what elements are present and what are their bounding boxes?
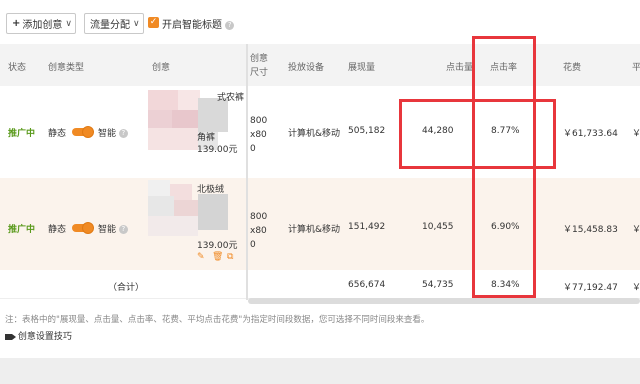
- chevron-down-icon: ∨: [133, 18, 140, 29]
- table-row: 推广中 静态 智能 ? 北极绒 139.00元 ✎ 🗑 ⧉ 800x800 计算…: [0, 178, 640, 271]
- toolbar: + 添加创意 ∨ 流量分配 ∨ ✓ 开启智能标题 ?: [0, 0, 640, 44]
- size-value: 800x800: [250, 212, 268, 250]
- tips-link[interactable]: 创意设置技巧: [5, 329, 72, 342]
- traffic-split-dropdown[interactable]: 流量分配 ∨: [84, 13, 144, 34]
- smart-title-checkbox[interactable]: ✓: [148, 17, 159, 28]
- plus-icon: +: [12, 18, 21, 29]
- status-label: 推广中: [8, 129, 36, 139]
- toggle-knob: [82, 222, 94, 234]
- header-impressions: 展现量: [348, 63, 376, 73]
- data-note: 注：表格中的"展现量、点击量、点击率、花费、平均点击花费"为指定时间段数据，您可…: [5, 315, 430, 325]
- traffic-split-label: 流量分配: [90, 20, 130, 31]
- creative-thumbnail[interactable]: [148, 180, 244, 236]
- header-size: 创意尺寸: [250, 54, 269, 78]
- row1-clicks-ctr-highlight: [399, 99, 556, 169]
- total-label: （合计）: [108, 283, 145, 293]
- creative-table: 状态 创意类型 创意 创意尺寸 投放设备 展现量 点击量 点击率 花费 平 推广…: [0, 44, 640, 304]
- smart-label-wrap: 智能 ?: [98, 126, 128, 139]
- smart-label: 智能: [98, 225, 117, 235]
- smart-toggle[interactable]: [72, 222, 94, 234]
- device-value: 计算机&移动: [288, 129, 341, 139]
- frozen-column-divider: [246, 44, 248, 300]
- bottom-bar: [0, 358, 640, 384]
- chevron-down-icon: ∨: [65, 18, 72, 29]
- header-device: 投放设备: [288, 63, 325, 73]
- total-row: （合计） 656,674 54,735 8.34% ￥77,192.47 ￥: [0, 270, 640, 299]
- total-clicks: 54,735: [422, 280, 454, 290]
- toggle-knob: [82, 126, 94, 138]
- tips-label: 创意设置技巧: [17, 332, 72, 342]
- avg-cpc-value: ￥: [632, 129, 640, 139]
- smart-title-label-wrap: 开启智能标题 ?: [162, 16, 235, 31]
- smart-label: 智能: [98, 129, 117, 139]
- horizontal-scrollbar[interactable]: [248, 298, 640, 304]
- header-creative-type: 创意类型: [48, 63, 85, 73]
- creative-title: 式农裤: [217, 93, 245, 103]
- cost-value: ￥61,733.64: [563, 129, 618, 139]
- impressions-value: 505,182: [348, 126, 386, 136]
- help-icon[interactable]: ?: [118, 129, 128, 138]
- header-cost: 花费: [563, 63, 582, 73]
- total-cost: ￥77,192.47: [563, 283, 618, 293]
- impressions-value: 151,492: [348, 222, 386, 232]
- header-creative: 创意: [152, 63, 171, 73]
- header-clicks: 点击量: [446, 63, 474, 73]
- add-creative-label: 添加创意: [22, 20, 63, 31]
- size-value: 800x800: [250, 116, 268, 154]
- clicks-value: 10,455: [422, 222, 454, 232]
- creative-title: 北极绒: [197, 185, 225, 195]
- smart-toggle[interactable]: [72, 126, 94, 138]
- preview-icon[interactable]: ⧉: [227, 253, 236, 262]
- device-value: 计算机&移动: [288, 225, 341, 235]
- video-icon: [5, 333, 16, 340]
- edit-icon[interactable]: ✎: [197, 253, 206, 262]
- cost-value: ￥15,458.83: [563, 225, 618, 235]
- header-status: 状态: [8, 63, 27, 73]
- avg-cpc-value: ￥: [632, 225, 640, 235]
- help-icon[interactable]: ?: [118, 225, 128, 234]
- add-creative-button[interactable]: + 添加创意 ∨: [6, 13, 76, 34]
- total-avg-cpc: ￥: [632, 283, 640, 293]
- smart-title-label: 开启智能标题: [162, 20, 222, 31]
- header-avg-cpc: 平: [632, 63, 640, 73]
- help-icon[interactable]: ?: [225, 20, 235, 30]
- delete-icon[interactable]: 🗑: [212, 253, 223, 262]
- type-label: 静态: [48, 129, 67, 139]
- type-label: 静态: [48, 225, 67, 235]
- table-header: 状态 创意类型 创意 创意尺寸 投放设备 展现量 点击量 点击率 花费 平: [0, 44, 640, 87]
- smart-label-wrap: 智能 ?: [98, 222, 128, 235]
- total-impressions: 656,674: [348, 280, 386, 290]
- creative-price: 139.00元: [197, 145, 238, 155]
- creative-price: 139.00元: [197, 241, 238, 251]
- status-label: 推广中: [8, 225, 36, 235]
